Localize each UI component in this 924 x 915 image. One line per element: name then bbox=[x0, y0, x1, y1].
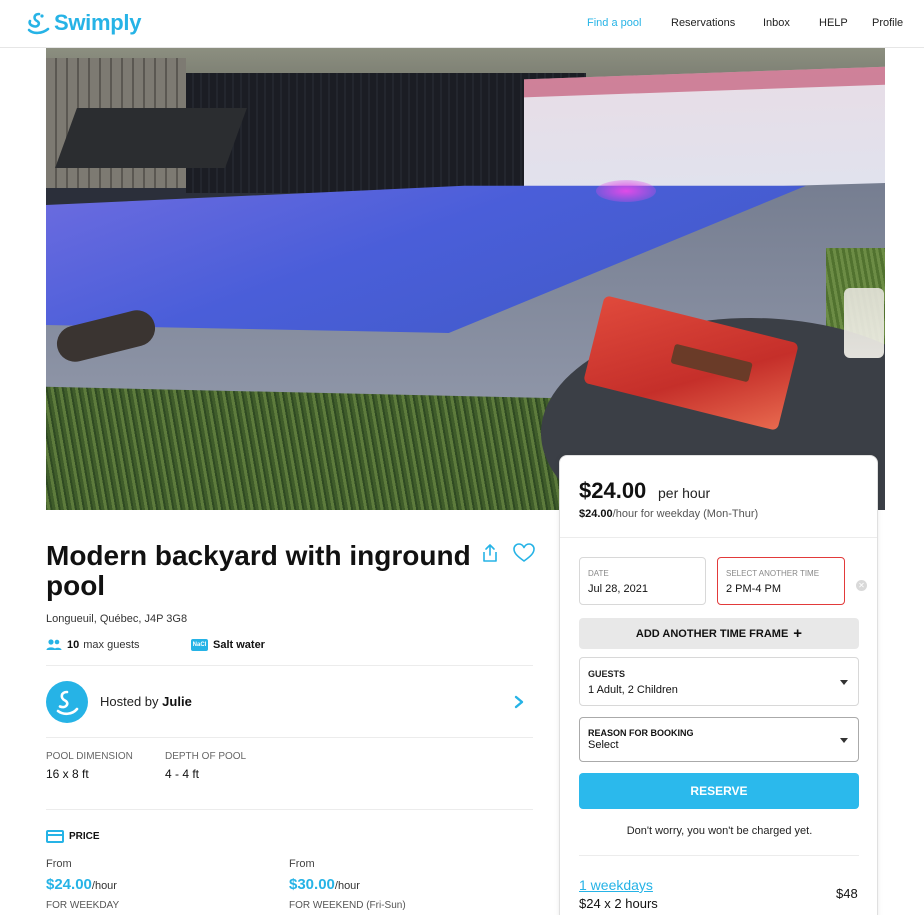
listing-title: Modern backyard with inground pool bbox=[46, 540, 471, 601]
credit-card-icon bbox=[46, 830, 64, 843]
weekend-price-unit: /hour bbox=[334, 880, 360, 892]
price-heading-label: PRICE bbox=[69, 831, 100, 842]
pool-depth-value: 4 - 4 ft bbox=[165, 767, 200, 781]
guests-select[interactable]: GUESTS 1 Adult, 2 Children bbox=[579, 657, 859, 706]
nav-help[interactable]: HELP bbox=[819, 17, 848, 29]
time-label: SELECT ANOTHER TIME bbox=[726, 569, 820, 578]
time-field[interactable]: SELECT ANOTHER TIME 2 PM-4 PM bbox=[717, 557, 845, 605]
guests-label: GUESTS bbox=[588, 669, 626, 679]
photo-pool-light bbox=[596, 180, 656, 202]
share-icon[interactable] bbox=[481, 543, 499, 563]
chevron-down-icon bbox=[840, 680, 848, 685]
photo-glass bbox=[844, 288, 884, 358]
salt-water-feature: NaCl Salt water bbox=[191, 639, 265, 651]
add-time-frame-button[interactable]: ADD ANOTHER TIME FRAME + bbox=[579, 618, 859, 649]
weekend-from: From bbox=[289, 858, 315, 870]
reason-value: Select bbox=[588, 739, 619, 751]
nav-profile[interactable]: Profile bbox=[872, 17, 903, 29]
date-field[interactable]: DATE Jul 28, 2021 bbox=[579, 557, 706, 605]
duck-avatar-icon bbox=[56, 690, 79, 716]
divider bbox=[560, 537, 877, 538]
divider bbox=[579, 855, 859, 856]
booking-card: $24.00 per hour $24.00/hour for weekday … bbox=[559, 455, 878, 915]
reason-label: REASON FOR BOOKING bbox=[588, 728, 694, 738]
top-header: Swimply Find a pool Reservations Inbox H… bbox=[0, 0, 924, 48]
reason-select[interactable]: REASON FOR BOOKING Select bbox=[579, 717, 859, 762]
weekdays-breakdown-link[interactable]: 1 weekdays bbox=[579, 877, 653, 893]
salt-water-label: Salt water bbox=[213, 639, 265, 651]
weekday-price-unit: /hour bbox=[91, 880, 117, 892]
weekday-price-value: $24.00 bbox=[46, 876, 92, 893]
time-value: 2 PM-4 PM bbox=[726, 583, 782, 595]
chevron-right-icon[interactable] bbox=[513, 695, 525, 709]
heart-icon[interactable] bbox=[513, 543, 535, 563]
host-prefix: Hosted by bbox=[100, 694, 159, 709]
clear-time-icon[interactable]: ✕ bbox=[856, 580, 867, 591]
guests-value: 1 Adult, 2 Children bbox=[588, 684, 678, 696]
plus-icon: + bbox=[793, 625, 803, 642]
weekend-price-value: $30.00 bbox=[289, 876, 335, 893]
nav-reservations[interactable]: Reservations bbox=[671, 17, 735, 29]
price-heading: PRICE bbox=[46, 830, 100, 843]
people-icon bbox=[46, 639, 62, 650]
host-first-name: Julie bbox=[162, 694, 192, 709]
booking-price: $24.00 bbox=[579, 478, 647, 503]
pool-photo[interactable] bbox=[46, 48, 885, 510]
chevron-down-icon bbox=[840, 738, 848, 743]
listing-address: Longueuil, Québec, J4P 3G8 bbox=[46, 613, 188, 625]
nav-inbox[interactable]: Inbox bbox=[763, 17, 790, 29]
divider bbox=[46, 737, 533, 738]
max-guests-feature: 10 max guests bbox=[46, 639, 140, 651]
photo-lounge-chair bbox=[55, 108, 247, 168]
host-name[interactable]: Hosted by Julie bbox=[100, 694, 192, 709]
swimply-logo[interactable]: Swimply bbox=[27, 10, 141, 36]
no-charge-note: Don't worry, you won't be charged yet. bbox=[626, 825, 813, 837]
weekday-price: $24.00/hour bbox=[46, 876, 117, 893]
nacl-icon: NaCl bbox=[191, 639, 208, 651]
nav-find-a-pool[interactable]: Find a pool bbox=[587, 17, 641, 29]
booking-weekday-note: /hour for weekday (Mon-Thur) bbox=[612, 508, 759, 520]
reserve-button[interactable]: RESERVE bbox=[579, 773, 859, 809]
date-label: DATE bbox=[588, 569, 609, 578]
booking-per-hour: per hour bbox=[658, 485, 711, 501]
divider bbox=[46, 665, 533, 666]
duck-logo-icon bbox=[27, 12, 50, 35]
host-avatar[interactable] bbox=[46, 681, 88, 723]
date-value: Jul 28, 2021 bbox=[588, 583, 648, 595]
max-guests-count: 10 bbox=[67, 639, 80, 651]
pool-dimension-label: POOL DIMENSION bbox=[46, 751, 133, 762]
weekday-label: FOR WEEKDAY bbox=[46, 900, 120, 911]
weekend-price: $30.00/hour bbox=[289, 876, 360, 893]
booking-weekday-price: $24.00 bbox=[579, 508, 613, 520]
breakdown-total: $48 bbox=[836, 886, 858, 901]
pool-depth-label: DEPTH OF POOL bbox=[165, 751, 247, 762]
brand-name: Swimply bbox=[54, 10, 142, 35]
max-guests-label: max guests bbox=[83, 639, 140, 651]
add-time-frame-label: ADD ANOTHER TIME FRAME bbox=[635, 628, 789, 640]
breakdown-calc: $24 x 2 hours bbox=[579, 896, 658, 911]
pool-dimension-value: 16 x 8 ft bbox=[46, 767, 89, 781]
booking-weekday-rate: $24.00/hour for weekday (Mon-Thur) bbox=[579, 508, 758, 520]
weekday-from: From bbox=[46, 858, 72, 870]
divider bbox=[46, 809, 533, 810]
weekend-label: FOR WEEKEND (Fri-Sun) bbox=[289, 900, 406, 911]
